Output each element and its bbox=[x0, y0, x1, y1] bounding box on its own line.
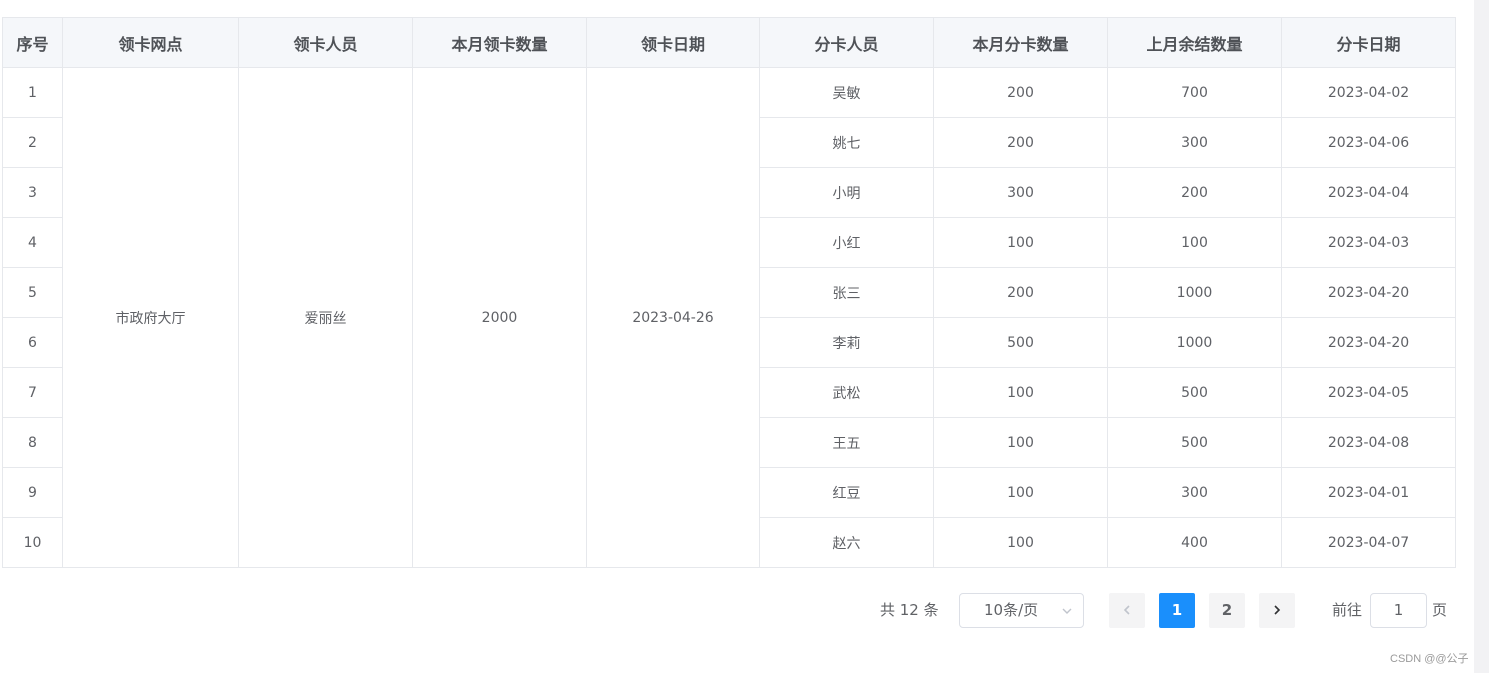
cell-last-month-balance: 400 bbox=[1107, 517, 1282, 568]
header-distributor: 分卡人员 bbox=[759, 17, 934, 68]
cell-distributor: 小红 bbox=[759, 217, 934, 268]
cell-serial: 7 bbox=[2, 367, 63, 418]
cell-monthly-distributed: 100 bbox=[933, 367, 1108, 418]
cell-serial: 1 bbox=[2, 67, 63, 118]
cell-distribute-date: 2023-04-07 bbox=[1281, 517, 1456, 568]
cell-serial: 9 bbox=[2, 467, 63, 518]
csdn-watermark: CSDN @@公子 bbox=[1390, 653, 1469, 665]
cell-distributor: 姚七 bbox=[759, 117, 934, 168]
cell-serial: 5 bbox=[2, 267, 63, 318]
cell-distribute-date: 2023-04-03 bbox=[1281, 217, 1456, 268]
vertical-scrollbar[interactable] bbox=[1474, 0, 1489, 673]
cell-distributor: 李莉 bbox=[759, 317, 934, 368]
cell-distribute-date: 2023-04-02 bbox=[1281, 67, 1456, 118]
cell-serial: 3 bbox=[2, 167, 63, 218]
chevron-right-icon bbox=[1274, 605, 1281, 615]
page-size-value: 10条/页 bbox=[984, 601, 1039, 619]
cell-distributor: 吴敏 bbox=[759, 67, 934, 118]
cell-distribute-date: 2023-04-08 bbox=[1281, 417, 1456, 468]
cell-last-month-balance: 1000 bbox=[1107, 267, 1282, 318]
goto-prefix-label: 前往 bbox=[1332, 601, 1363, 619]
next-page-button[interactable] bbox=[1259, 593, 1295, 628]
header-outlet: 领卡网点 bbox=[62, 17, 239, 68]
cell-last-month-balance: 700 bbox=[1107, 67, 1282, 118]
cell-monthly-distributed: 300 bbox=[933, 167, 1108, 218]
pagination-total: 共 12 条 bbox=[880, 601, 939, 619]
page-button-2[interactable]: 2 bbox=[1209, 593, 1245, 628]
cell-distribute-date: 2023-04-20 bbox=[1281, 267, 1456, 318]
cell-monthly-distributed: 100 bbox=[933, 517, 1108, 568]
cell-last-month-balance: 200 bbox=[1107, 167, 1282, 218]
cell-monthly-distributed: 100 bbox=[933, 417, 1108, 468]
cell-monthly-distributed: 500 bbox=[933, 317, 1108, 368]
cell-serial: 10 bbox=[2, 517, 63, 568]
cell-last-month-balance: 300 bbox=[1107, 467, 1282, 518]
chevron-left-icon bbox=[1123, 605, 1130, 615]
page-size-select[interactable]: 10条/页 bbox=[959, 593, 1084, 628]
cell-distributor: 小明 bbox=[759, 167, 934, 218]
page-button-1[interactable]: 1 bbox=[1159, 593, 1195, 628]
cell-distributor: 武松 bbox=[759, 367, 934, 418]
chevron-down-icon bbox=[1062, 608, 1072, 614]
goto-page-input[interactable]: 1 bbox=[1370, 593, 1427, 628]
cell-distribute-date: 2023-04-20 bbox=[1281, 317, 1456, 368]
cell-distribute-date: 2023-04-06 bbox=[1281, 117, 1456, 168]
cell-monthly-distributed: 200 bbox=[933, 267, 1108, 318]
cell-distribute-date: 2023-04-04 bbox=[1281, 167, 1456, 218]
goto-suffix-label: 页 bbox=[1432, 601, 1448, 619]
data-table: 序号 领卡网点 领卡人员 本月领卡数量 领卡日期 分卡人员 本月分卡数量 上月余… bbox=[2, 17, 1456, 568]
cell-distributor: 红豆 bbox=[759, 467, 934, 518]
header-last-month-balance: 上月余结数量 bbox=[1107, 17, 1282, 68]
prev-page-button[interactable] bbox=[1109, 593, 1145, 628]
cell-serial: 6 bbox=[2, 317, 63, 368]
cell-last-month-balance: 1000 bbox=[1107, 317, 1282, 368]
cell-serial: 2 bbox=[2, 117, 63, 168]
cell-distributor: 张三 bbox=[759, 267, 934, 318]
cell-receiver-merged: 爱丽丝 bbox=[238, 67, 413, 568]
header-monthly-received: 本月领卡数量 bbox=[412, 17, 587, 68]
cell-last-month-balance: 500 bbox=[1107, 367, 1282, 418]
cell-monthly-distributed: 200 bbox=[933, 67, 1108, 118]
cell-outlet-merged: 市政府大厅 bbox=[62, 67, 239, 568]
cell-serial: 4 bbox=[2, 217, 63, 268]
cell-monthly-received-merged: 2000 bbox=[412, 67, 587, 568]
cell-distribute-date: 2023-04-05 bbox=[1281, 367, 1456, 418]
cell-monthly-distributed: 100 bbox=[933, 217, 1108, 268]
header-monthly-distributed: 本月分卡数量 bbox=[933, 17, 1108, 68]
cell-last-month-balance: 500 bbox=[1107, 417, 1282, 468]
cell-distribute-date: 2023-04-01 bbox=[1281, 467, 1456, 518]
cell-last-month-balance: 300 bbox=[1107, 117, 1282, 168]
header-distribute-date: 分卡日期 bbox=[1281, 17, 1456, 68]
table-header-row: 序号 领卡网点 领卡人员 本月领卡数量 领卡日期 分卡人员 本月分卡数量 上月余… bbox=[2, 17, 1456, 68]
header-receive-date: 领卡日期 bbox=[586, 17, 760, 68]
cell-distributor: 王五 bbox=[759, 417, 934, 468]
cell-receive-date-merged: 2023-04-26 bbox=[586, 67, 760, 568]
header-serial: 序号 bbox=[2, 17, 63, 68]
table-row: 1 市政府大厅 爱丽丝 2000 2023-04-26 吴敏 200 700 2… bbox=[2, 67, 1456, 568]
cell-distributor: 赵六 bbox=[759, 517, 934, 568]
cell-last-month-balance: 100 bbox=[1107, 217, 1282, 268]
cell-serial: 8 bbox=[2, 417, 63, 468]
header-receiver: 领卡人员 bbox=[238, 17, 413, 68]
cell-monthly-distributed: 100 bbox=[933, 467, 1108, 518]
cell-monthly-distributed: 200 bbox=[933, 117, 1108, 168]
